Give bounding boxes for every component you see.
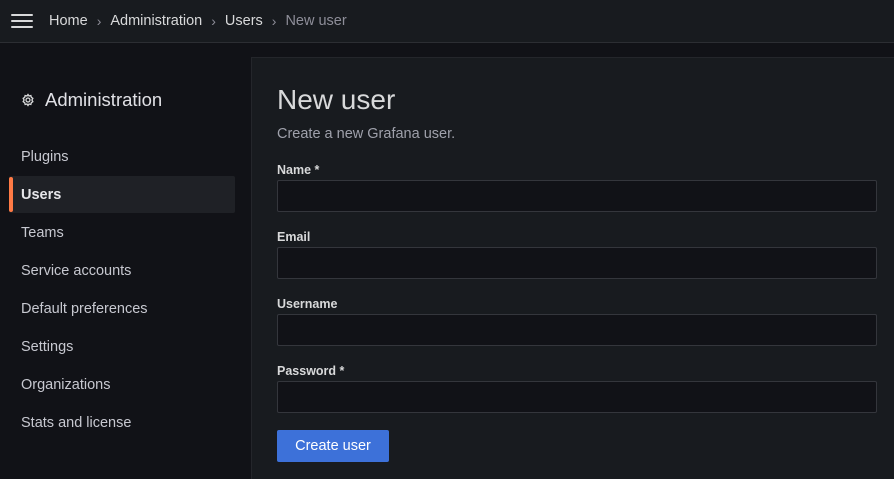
sidebar-item-organizations[interactable]: Organizations xyxy=(9,366,235,403)
new-user-form-panel: New user Create a new Grafana user. Name… xyxy=(251,57,894,479)
menu-line xyxy=(11,26,33,28)
sidebar-item-plugins[interactable]: Plugins xyxy=(9,138,235,175)
sidebar-item-users[interactable]: Users xyxy=(9,176,235,213)
breadcrumb-users[interactable]: Users xyxy=(225,13,263,29)
breadcrumb-administration[interactable]: Administration xyxy=(110,13,202,29)
sidebar-title-text: Administration xyxy=(45,89,163,110)
admin-sidebar: Administration Plugins Users Teams Servi… xyxy=(0,44,251,479)
password-label: Password * xyxy=(277,364,345,378)
chevron-right-icon: › xyxy=(96,13,102,29)
create-user-button[interactable]: Create user xyxy=(277,430,389,462)
email-field[interactable] xyxy=(277,247,877,279)
top-navbar: Home › Administration › Users › New user xyxy=(0,0,894,43)
name-label: Name * xyxy=(277,163,320,177)
hamburger-menu-icon[interactable] xyxy=(11,13,33,29)
page-subtitle: Create a new Grafana user. xyxy=(277,126,456,142)
sidebar-item-teams[interactable]: Teams xyxy=(9,214,235,251)
menu-line xyxy=(11,20,33,22)
chevron-right-icon: › xyxy=(271,13,277,29)
name-field[interactable] xyxy=(277,180,877,212)
sidebar-item-settings[interactable]: Settings xyxy=(9,328,235,365)
breadcrumb: Home › Administration › Users › New user xyxy=(49,13,347,29)
menu-line xyxy=(11,14,33,16)
email-label: Email xyxy=(277,230,311,244)
sidebar-item-stats-and-license[interactable]: Stats and license xyxy=(9,404,235,441)
sidebar-item-default-preferences[interactable]: Default preferences xyxy=(9,290,235,327)
gear-icon xyxy=(22,93,34,107)
breadcrumb-home[interactable]: Home xyxy=(49,13,88,29)
chevron-right-icon: › xyxy=(211,13,216,29)
username-field[interactable] xyxy=(277,314,877,346)
page-title: New user xyxy=(277,84,396,115)
sidebar-title: Administration xyxy=(21,89,162,111)
breadcrumb-new-user: New user xyxy=(285,13,347,29)
username-label: Username xyxy=(277,297,338,311)
password-field[interactable] xyxy=(277,381,877,413)
sidebar-item-service-accounts[interactable]: Service accounts xyxy=(9,252,235,289)
